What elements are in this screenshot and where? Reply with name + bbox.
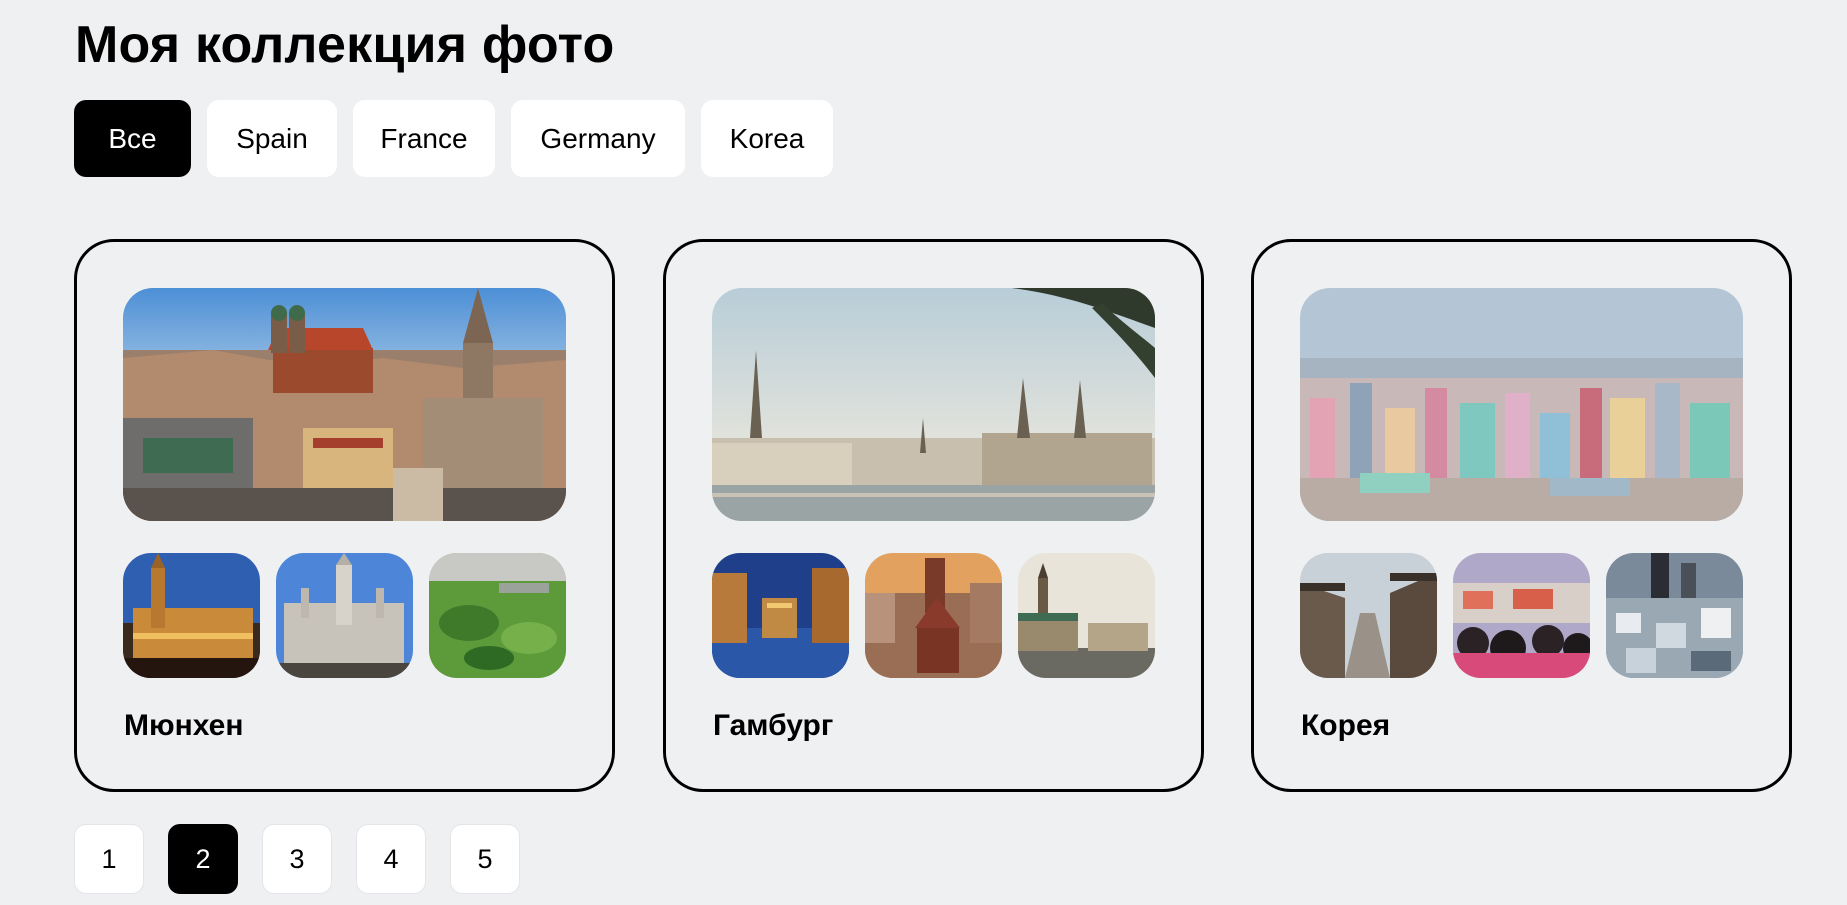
collection-card-munich[interactable]: Мюнхен [74,239,615,792]
munich-town-hall-day-photo[interactable] [276,553,413,678]
hamburg-speicherstadt-photo[interactable] [712,553,849,678]
filter-germany-button[interactable]: Germany [511,100,685,177]
filter-korea-button[interactable]: Korea [701,100,833,177]
hamburg-lake-skyline-photo[interactable] [712,288,1155,521]
collection-title: Гамбург [713,709,834,742]
page-1-button[interactable]: 1 [74,824,144,894]
munich-cityscape-photo[interactable] [123,288,566,521]
page-4-button[interactable]: 4 [356,824,426,894]
filter-france-button[interactable]: France [353,100,495,177]
pagination: 1 2 3 4 5 [74,824,520,894]
hamburg-town-hall-photo[interactable] [1018,553,1155,678]
page-3-button[interactable]: 3 [262,824,332,894]
page-5-button[interactable]: 5 [450,824,520,894]
munich-town-hall-night-photo[interactable] [123,553,260,678]
country-filter-bar: Все Spain France Germany Korea [74,100,833,177]
munich-park-aerial-photo[interactable] [429,553,566,678]
munich-thumbnail-row [123,553,566,678]
filter-spain-button[interactable]: Spain [207,100,337,177]
filter-all-button[interactable]: Все [74,100,191,177]
korea-hanok-village-photo[interactable] [1300,553,1437,678]
korea-crowd-photo[interactable] [1453,553,1590,678]
page-title: Моя коллекция фото [75,16,615,74]
hamburg-thumbnail-row [712,553,1155,678]
page-2-button[interactable]: 2 [168,824,238,894]
collection-card-hamburg[interactable]: Гамбург [663,239,1204,792]
collection-title: Корея [1301,709,1391,742]
collection-card-korea[interactable]: Корея [1251,239,1792,792]
korea-city-skyline-photo[interactable] [1300,288,1743,521]
collection-grid: Мюнхен Гамбург Корея [74,239,1792,792]
hamburg-old-town-photo[interactable] [865,553,1002,678]
korea-city-aerial-photo[interactable] [1606,553,1743,678]
korea-thumbnail-row [1300,553,1743,678]
collection-title: Мюнхен [124,709,244,742]
